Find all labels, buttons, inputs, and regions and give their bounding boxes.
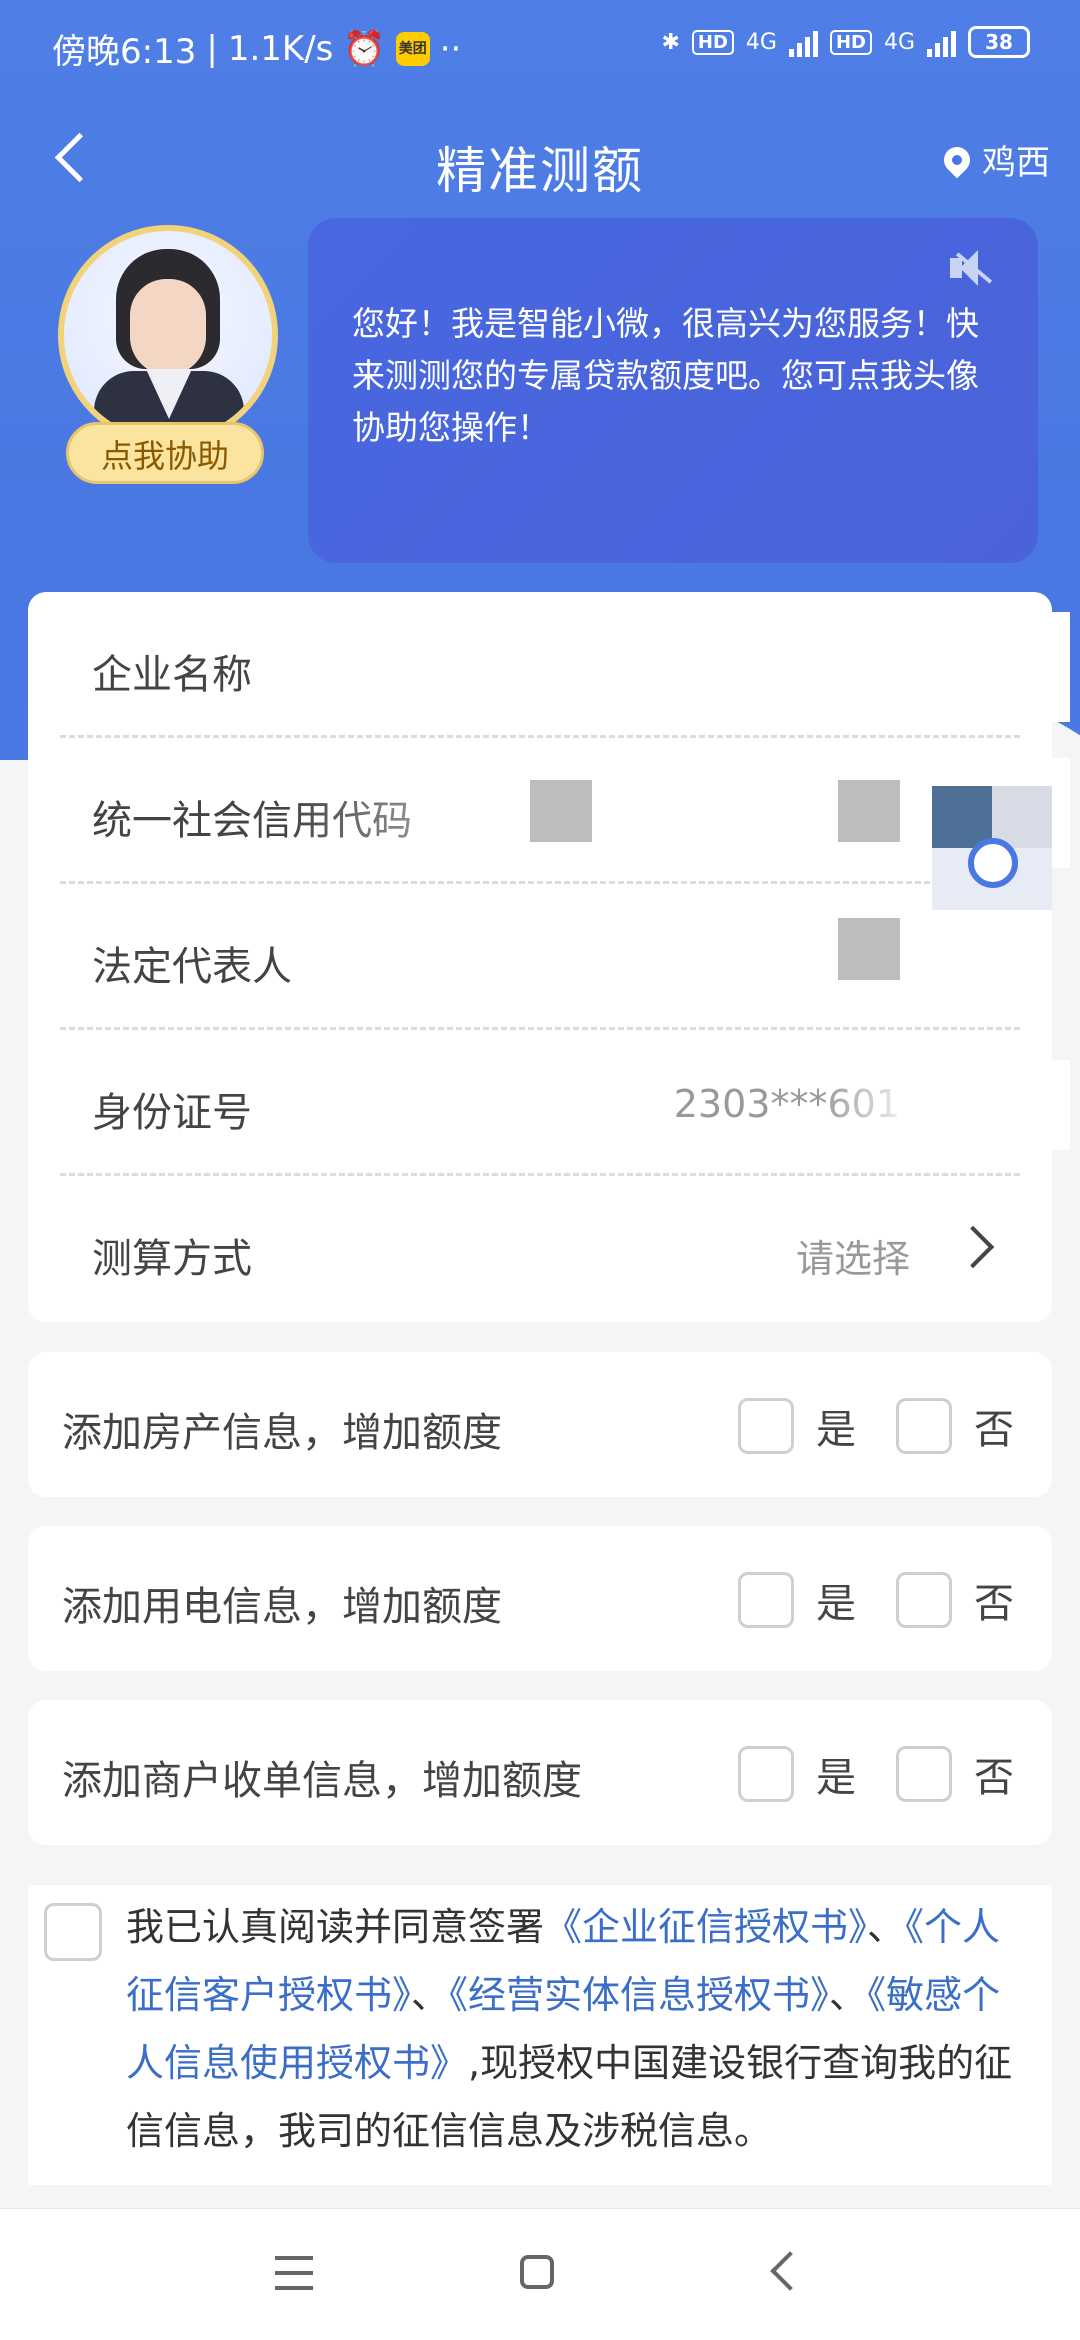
enterprise-credit-auth-link[interactable]: 《企业征信授权书》: [544, 1905, 867, 1949]
property-no-option[interactable]: 否: [896, 1397, 1014, 1455]
checkbox[interactable]: [896, 1398, 952, 1454]
loan-form-card: 企业名称 统一社会信用代码 法定代表人 身份证号 2303***601 测算方式…: [28, 592, 1070, 1322]
checkbox[interactable]: [738, 1572, 794, 1628]
chevron-right-icon: [951, 1225, 995, 1269]
merchant-yes-option[interactable]: 是: [738, 1745, 856, 1803]
redaction-block: [838, 918, 900, 980]
alarm-icon: ⏰: [343, 28, 386, 69]
recent-apps-icon[interactable]: [275, 2256, 313, 2290]
avatar-face: [130, 279, 206, 375]
business-entity-auth-link[interactable]: 《经营实体信息授权书》: [449, 1973, 829, 2017]
hd-badge-1: HD: [691, 29, 734, 55]
system-back-icon[interactable]: [770, 2251, 810, 2291]
legal-representative-label: 法定代表人: [92, 944, 292, 990]
checkbox[interactable]: [738, 1746, 794, 1802]
redaction-fade: [820, 1060, 1070, 1150]
battery-icon: 38: [968, 26, 1030, 58]
network-label-1: 4G: [745, 29, 777, 55]
no-label: 否: [974, 1407, 1014, 1453]
meituan-app-icon: 美团: [395, 31, 430, 66]
status-left: 傍晚6:13 | 1.1K/s ⏰ 美团 ··: [52, 24, 461, 73]
location-selector[interactable]: 鸡西: [938, 135, 1050, 184]
system-nav-bar: [0, 2208, 1080, 2340]
no-label: 否: [974, 1755, 1014, 1801]
mute-slash: [946, 246, 996, 290]
assist-button[interactable]: 点我协助: [66, 422, 264, 484]
location-pin-icon: [938, 141, 976, 178]
credit-code-row[interactable]: 统一社会信用代码: [60, 738, 1070, 884]
status-time: 傍晚6:13: [52, 32, 197, 72]
network-label-2: 4G: [883, 29, 915, 55]
agreement-separator: 、: [829, 1973, 868, 2017]
signal-icon-2: [927, 27, 956, 57]
method-placeholder: 请选择: [795, 1237, 910, 1281]
id-number-row[interactable]: 身份证号 2303***601: [60, 1030, 1070, 1176]
redaction-block: [530, 780, 592, 842]
page-title: 精准测额: [436, 142, 644, 200]
status-speed: 1.1K/s: [227, 28, 334, 69]
merchant-option-label: 添加商户收单信息，增加额度: [62, 1758, 582, 1804]
electricity-option-label: 添加用电信息，增加额度: [62, 1584, 502, 1630]
agreement-separator: 、: [411, 1973, 450, 2017]
method-select-row[interactable]: 测算方式 请选择: [60, 1176, 1020, 1322]
agreement-separator: 、: [867, 1905, 906, 1949]
floating-service-widget[interactable]: [932, 786, 1052, 910]
merchant-option-card: 添加商户收单信息，增加额度 是 否: [28, 1700, 1052, 1845]
agreement-checkbox[interactable]: [44, 1903, 102, 1961]
electricity-option-card: 添加用电信息，增加额度 是 否: [28, 1526, 1052, 1671]
status-bar: 傍晚6:13 | 1.1K/s ⏰ 美团 ·· ✱ HD 4G HD 4G 38: [0, 0, 1080, 95]
bluetooth-icon: ✱: [661, 29, 680, 55]
checkbox[interactable]: [738, 1398, 794, 1454]
home-icon[interactable]: [520, 2255, 554, 2289]
location-label: 鸡西: [982, 143, 1050, 183]
legal-representative-row[interactable]: 法定代表人: [60, 884, 1020, 1030]
assistant-greeting: 您好！我是智能小微，很高兴为您服务！快来测测您的专属贷款额度吧。您可点我头像协助…: [352, 304, 979, 447]
agreement-text: 我已认真阅读并同意签署《企业征信授权书》、《个人征信客户授权书》、《经营实体信息…: [126, 1893, 1036, 2165]
id-number-label: 身份证号: [92, 1090, 252, 1136]
property-yes-option[interactable]: 是: [738, 1397, 856, 1455]
property-option-card: 添加房产信息，增加额度 是 否: [28, 1352, 1052, 1497]
yes-label: 是: [816, 1755, 856, 1801]
checkbox[interactable]: [896, 1746, 952, 1802]
merchant-no-option[interactable]: 否: [896, 1745, 1014, 1803]
status-divider: |: [206, 28, 218, 69]
signal-icon-1: [788, 27, 818, 57]
redaction-fade: [250, 612, 1070, 722]
company-name-label: 企业名称: [92, 652, 252, 698]
agreement-prefix: 我已认真阅读并同意签署: [126, 1905, 545, 1949]
redaction-block: [838, 780, 900, 842]
nav-bar: 精准测额 鸡西: [0, 95, 1080, 225]
status-right: ✱ HD 4G HD 4G 38: [661, 26, 1030, 58]
company-name-row[interactable]: 企业名称: [60, 592, 1070, 738]
hd-badge-2: HD: [829, 29, 872, 55]
electricity-yes-option[interactable]: 是: [738, 1571, 856, 1629]
yes-label: 是: [816, 1407, 856, 1453]
assistant-avatar[interactable]: [58, 225, 278, 445]
electricity-no-option[interactable]: 否: [896, 1571, 1014, 1629]
assistant-message-bubble: 您好！我是智能小微，很高兴为您服务！快来测测您的专属贷款额度吧。您可点我头像协助…: [308, 218, 1038, 563]
method-label: 测算方式: [92, 1236, 252, 1282]
status-more-dots: ··: [439, 28, 462, 69]
checkbox[interactable]: [896, 1572, 952, 1628]
property-option-label: 添加房产信息，增加额度: [62, 1410, 502, 1456]
robot-icon: [968, 838, 1018, 888]
yes-label: 是: [816, 1581, 856, 1627]
no-label: 否: [974, 1581, 1014, 1627]
agreement-section: 我已认真阅读并同意签署《企业征信授权书》、《个人征信客户授权书》、《经营实体信息…: [28, 1885, 1052, 2185]
